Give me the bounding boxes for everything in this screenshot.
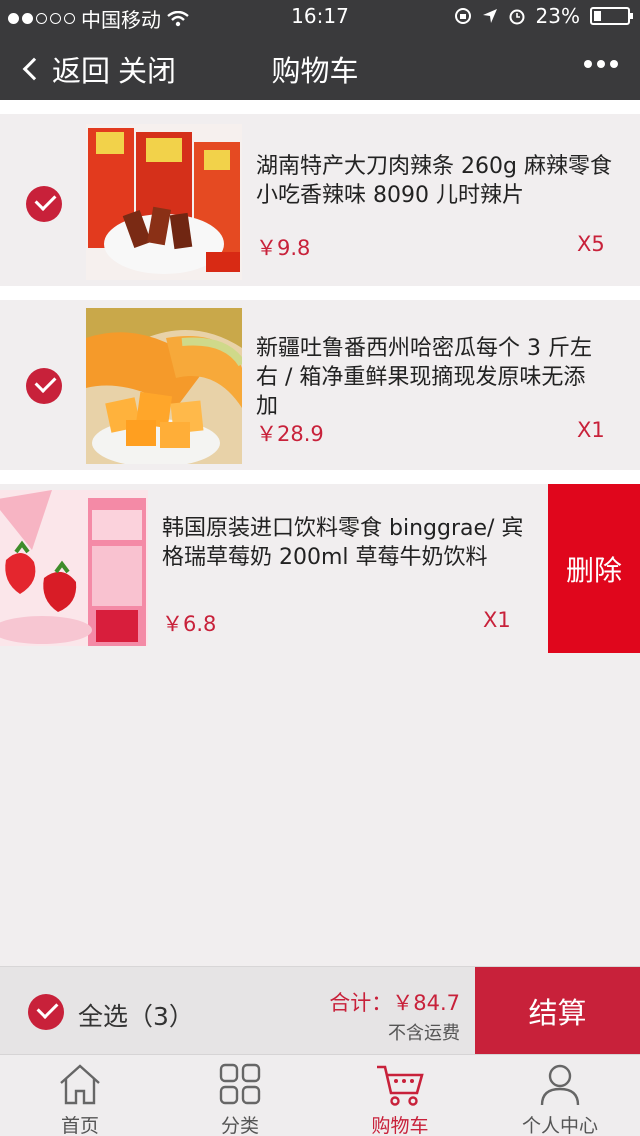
tab-label: 分类 bbox=[220, 1115, 259, 1136]
shipping-note: 不含运费 bbox=[388, 1023, 460, 1044]
item-quantity: X5 bbox=[577, 232, 605, 256]
cart-item[interactable]: 新疆吐鲁番西州哈密瓜每个 3 斤左右 / 箱净重鲜果现摘现发原味无添加 ￥28.… bbox=[0, 300, 640, 470]
select-all-checkbox[interactable] bbox=[28, 994, 64, 1030]
home-icon bbox=[60, 1064, 100, 1105]
tab-label: 个人中心 bbox=[521, 1115, 598, 1136]
item-price: ￥28.9 bbox=[256, 422, 324, 446]
tab-label: 首页 bbox=[60, 1115, 99, 1136]
item-quantity: X1 bbox=[577, 418, 605, 442]
item-checkbox[interactable] bbox=[26, 368, 62, 404]
battery-icon bbox=[590, 7, 633, 25]
item-name[interactable]: 韩国原装进口饮料零食 binggrae/ 宾格瑞草莓奶 200ml 草莓牛奶饮料 bbox=[162, 514, 542, 572]
grid-icon bbox=[219, 1063, 261, 1105]
product-image[interactable] bbox=[0, 490, 148, 646]
item-checkbox[interactable] bbox=[26, 186, 62, 222]
cart-item[interactable]: 湖南特产大刀肉辣条 260g 麻辣零食小吃香辣味 8090 儿时辣片 ￥9.8 … bbox=[0, 114, 640, 286]
more-icon[interactable] bbox=[584, 60, 618, 68]
select-all-label[interactable]: 全选（3） bbox=[78, 997, 194, 1033]
top-bar: 中国移动 16:17 23% 返回 关闭 购物车 bbox=[0, 0, 640, 100]
tab-home[interactable]: 首页 bbox=[0, 1055, 160, 1136]
tab-profile[interactable]: 个人中心 bbox=[480, 1055, 640, 1136]
rotation-lock-icon bbox=[454, 8, 471, 24]
alarm-icon bbox=[509, 9, 525, 25]
cart-item-swiped[interactable]: 韩国原装进口饮料零食 binggrae/ 宾格瑞草莓奶 200ml 草莓牛奶饮料… bbox=[0, 484, 548, 653]
tab-cart[interactable]: 购物车 bbox=[320, 1055, 480, 1136]
nav-bar: 返回 关闭 购物车 bbox=[0, 32, 640, 100]
divider bbox=[0, 470, 640, 484]
checkout-bar: 全选（3） 合计：￥84.7 不含运费 结算 bbox=[0, 966, 640, 1055]
item-quantity: X1 bbox=[483, 608, 511, 632]
item-name[interactable]: 新疆吐鲁番西州哈密瓜每个 3 斤左右 / 箱净重鲜果现摘现发原味无添加 bbox=[256, 334, 606, 421]
product-image[interactable] bbox=[86, 308, 242, 464]
divider bbox=[0, 100, 640, 114]
checkout-button[interactable]: 结算 bbox=[475, 967, 640, 1055]
cart-icon bbox=[377, 1065, 424, 1106]
tab-bar: 首页 分类 购物车 个人中心 bbox=[0, 1054, 640, 1136]
tab-label: 购物车 bbox=[371, 1115, 429, 1136]
divider bbox=[0, 286, 640, 300]
delete-button[interactable]: 删除 bbox=[548, 484, 640, 653]
tab-category[interactable]: 分类 bbox=[160, 1055, 320, 1136]
person-icon bbox=[540, 1064, 580, 1106]
page-title: 购物车 bbox=[271, 54, 359, 88]
location-icon bbox=[482, 9, 497, 23]
product-image[interactable] bbox=[86, 124, 242, 280]
battery-percent: 23% bbox=[535, 4, 580, 28]
item-price: ￥6.8 bbox=[162, 612, 217, 636]
item-name[interactable]: 湖南特产大刀肉辣条 260g 麻辣零食小吃香辣味 8090 儿时辣片 bbox=[256, 152, 616, 210]
total-price: 合计：￥84.7 bbox=[329, 991, 460, 1015]
item-price: ￥9.8 bbox=[256, 236, 311, 260]
status-bar: 中国移动 16:17 23% bbox=[0, 0, 640, 32]
